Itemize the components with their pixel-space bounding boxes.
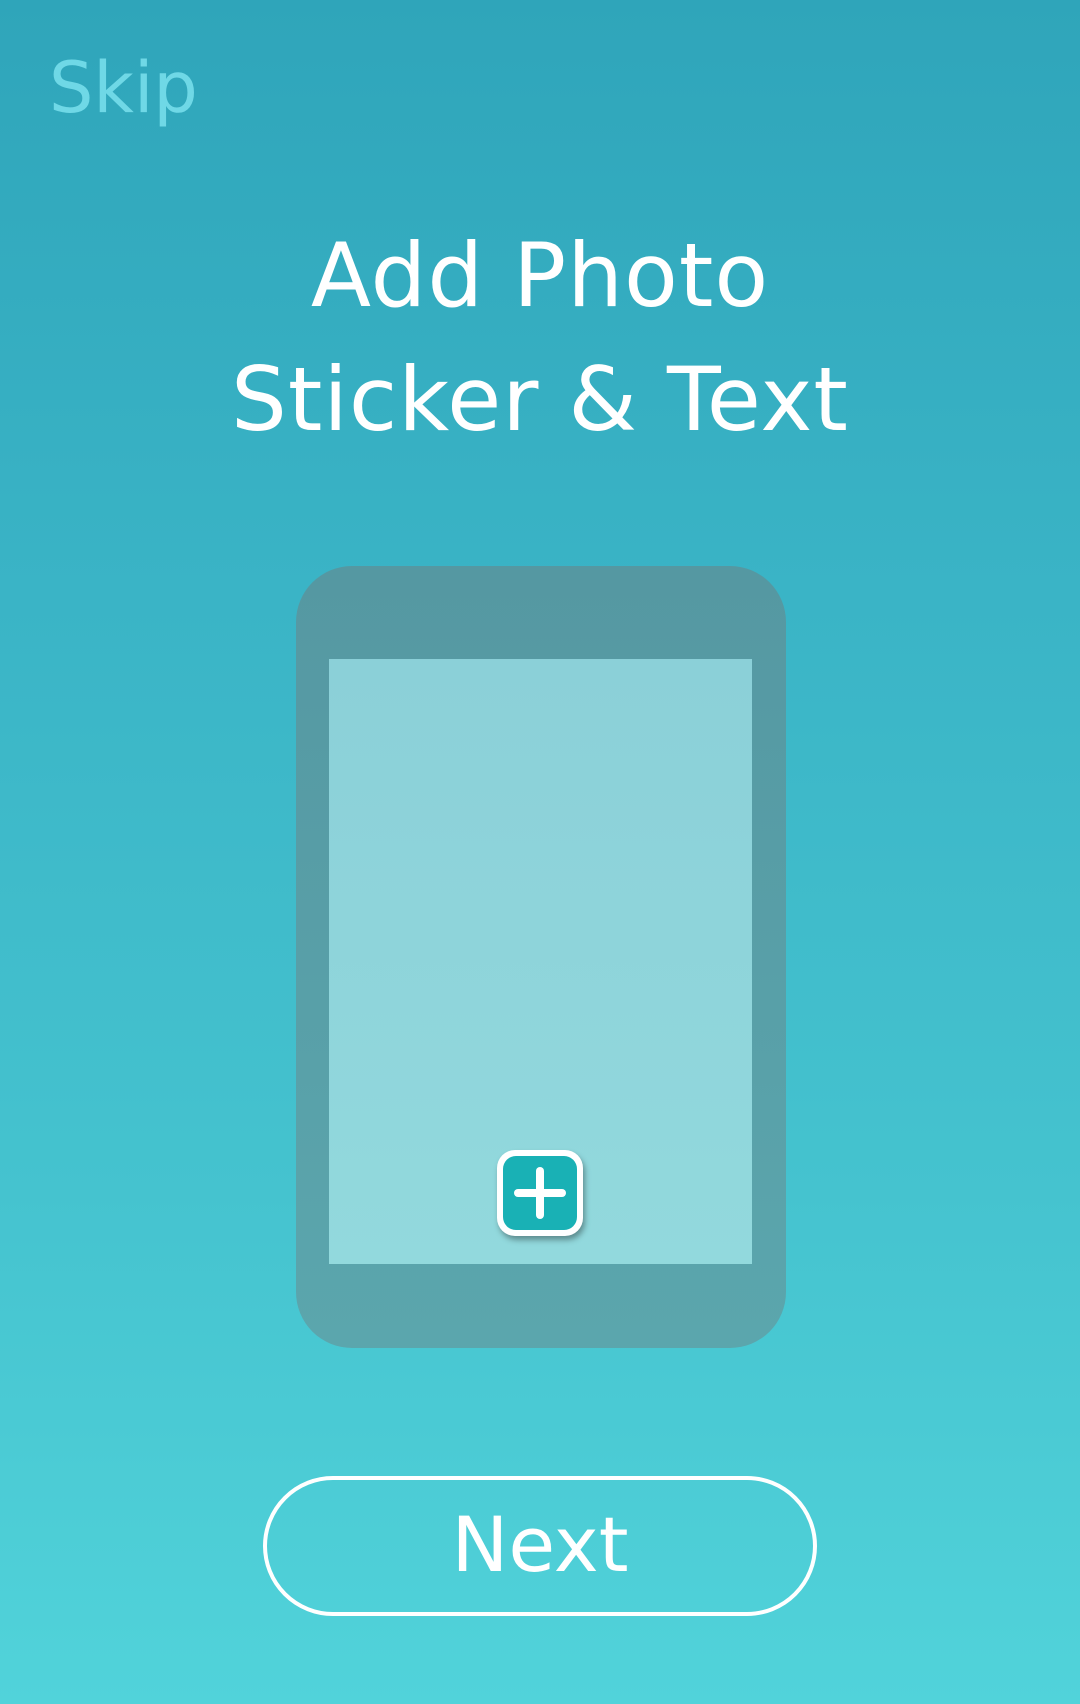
skip-button[interactable]: Skip bbox=[49, 48, 198, 128]
add-button[interactable] bbox=[497, 1150, 583, 1236]
plus-icon bbox=[503, 1156, 577, 1230]
title-line-1: Add Photo bbox=[310, 224, 770, 327]
title-line-2: Sticker & Text bbox=[231, 348, 849, 451]
next-button[interactable]: Next bbox=[263, 1476, 817, 1616]
